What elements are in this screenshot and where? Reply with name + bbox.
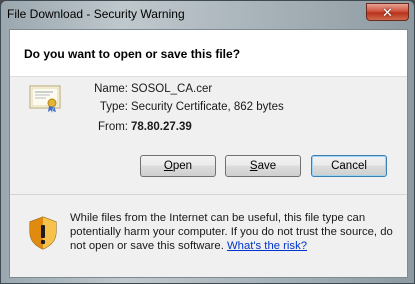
save-button[interactable]: Save (225, 155, 301, 177)
file-name-label: Name: (94, 83, 128, 95)
file-download-dialog: File Download - Security Warning ✕ Do yo… (0, 0, 415, 284)
cancel-button[interactable]: Cancel (311, 155, 387, 177)
file-type-label: Type: (99, 101, 128, 113)
file-type-value: Security Certificate, 862 bytes (131, 101, 284, 113)
warning-message: While files from the Internet can be use… (70, 211, 400, 253)
open-button-label: pen (172, 160, 193, 172)
save-button-label: ave (257, 160, 277, 172)
file-name-value: SOSOL_CA.cer (131, 83, 213, 95)
warning-panel: While files from the Internet can be use… (10, 194, 407, 277)
window-title: File Download - Security Warning (7, 7, 185, 21)
whats-the-risk-link[interactable]: What's the risk? (227, 240, 307, 252)
file-from-value: 78.80.27.39 (131, 121, 192, 133)
shield-warning-icon (29, 216, 57, 250)
cancel-button-label: Cancel (331, 160, 367, 172)
dialog-header: Do you want to open or save this file? (10, 30, 407, 77)
open-button[interactable]: Open (140, 155, 216, 177)
close-icon: ✕ (382, 4, 393, 20)
file-from-label: From: (97, 121, 128, 133)
dialog-question: Do you want to open or save this file? (24, 47, 241, 61)
close-button[interactable]: ✕ (366, 3, 409, 21)
save-button-mnemonic: S (249, 160, 258, 172)
title-bar[interactable]: File Download - Security Warning ✕ (1, 1, 414, 29)
open-button-mnemonic: O (163, 160, 173, 172)
dialog-body: Do you want to open or save this file? N… (9, 29, 408, 278)
